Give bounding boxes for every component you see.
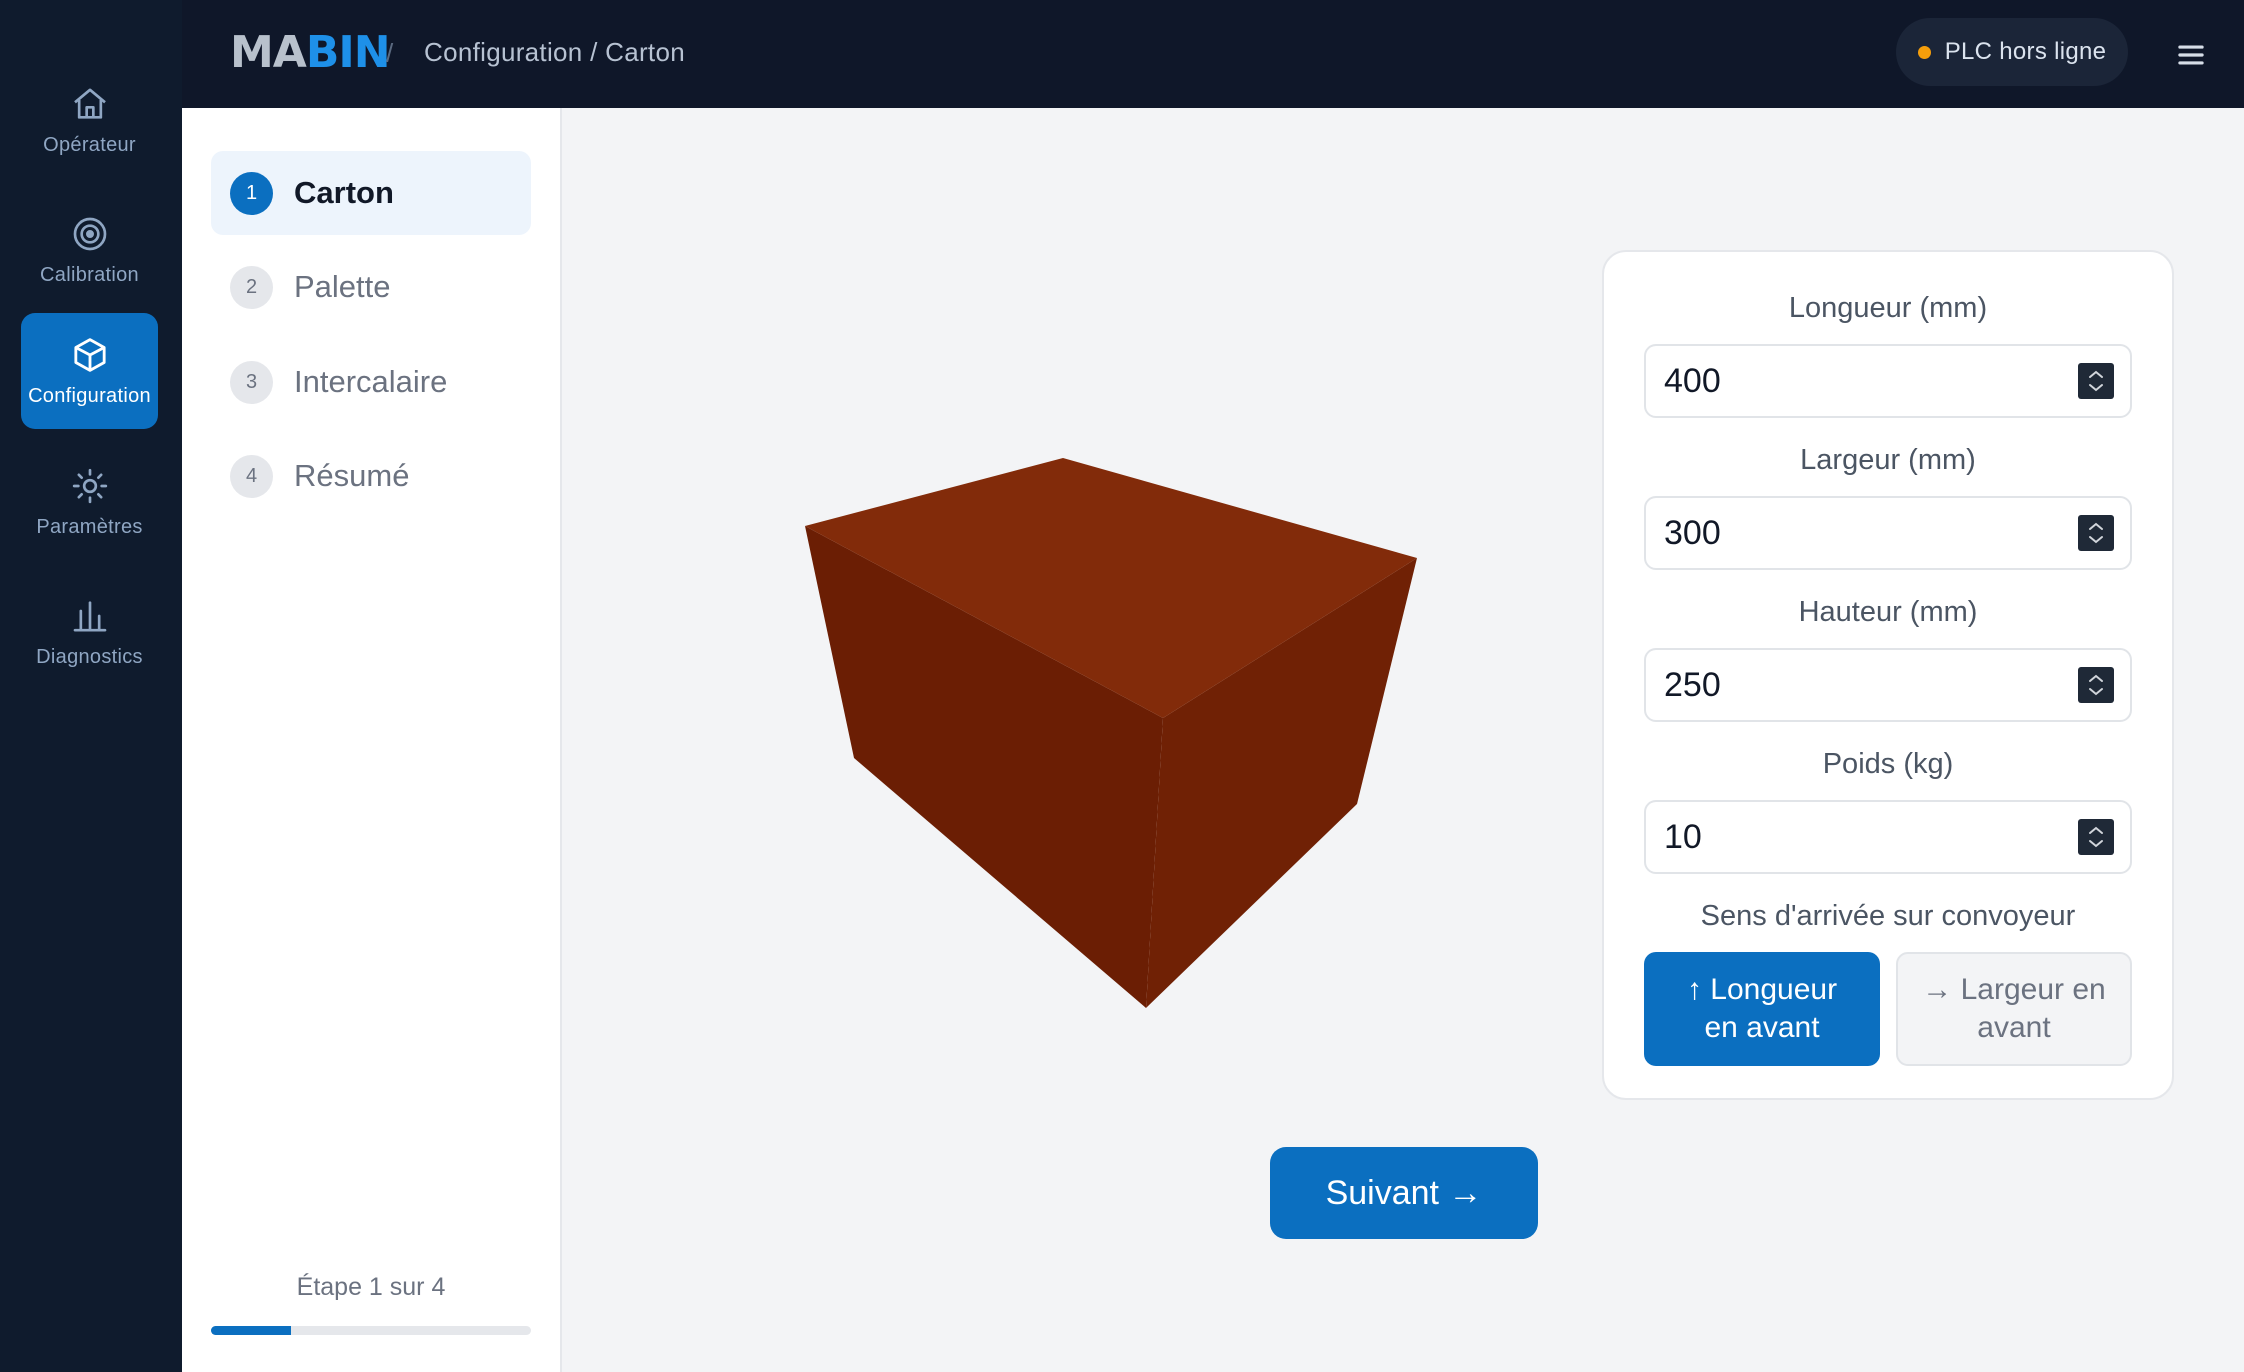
target-icon xyxy=(73,217,106,250)
step-intercalaire[interactable]: 3 Intercalaire xyxy=(211,340,531,424)
nav-label: Diagnostics xyxy=(36,645,143,668)
height-stepper-icon[interactable] xyxy=(2078,667,2114,703)
app-logo[interactable]: MA BIN xyxy=(230,27,391,78)
length-forward-line2: en avant xyxy=(1704,1011,1820,1044)
step-number: 1 xyxy=(230,171,273,215)
length-label: Longueur (mm) xyxy=(1788,292,1988,324)
width-label: Largeur (mm) xyxy=(1800,444,1976,476)
step-number: 3 xyxy=(230,360,273,404)
width-forward-button[interactable]: → Largeur en avant xyxy=(1896,952,2132,1066)
breadcrumb-separator: / xyxy=(386,38,394,68)
weight-stepper-icon[interactable] xyxy=(2078,819,2114,855)
weight-input[interactable]: 10 xyxy=(1644,800,2132,874)
step-progress-fill xyxy=(211,1326,291,1335)
bar-chart-icon xyxy=(73,600,106,631)
wizard-steps-panel: 1 Carton 2 Palette 3 Intercalaire 4 Résu… xyxy=(182,108,562,1372)
step-counter: Étape 1 sur 4 xyxy=(296,1273,446,1301)
width-stepper-icon[interactable] xyxy=(2078,515,2114,551)
logo-part-2: BIN xyxy=(305,26,391,78)
height-value: 250 xyxy=(1664,665,1721,704)
step-label: Intercalaire xyxy=(294,364,448,399)
nav-label: Calibration xyxy=(40,263,139,286)
breadcrumb: Configuration / Carton xyxy=(424,37,685,67)
next-button-label: Suivant → xyxy=(1325,1173,1483,1212)
step-label: Palette xyxy=(294,269,391,304)
length-stepper-icon[interactable] xyxy=(2078,363,2114,399)
width-input[interactable]: 300 xyxy=(1644,496,2132,570)
nav-label: Paramètres xyxy=(36,515,143,538)
length-input[interactable]: 400 xyxy=(1644,344,2132,418)
side-rail: Opérateur Calibration Configuration Para… xyxy=(0,0,182,1372)
home-icon xyxy=(73,88,106,119)
nav-item-parametres[interactable]: Paramètres xyxy=(21,444,158,560)
status-dot-icon xyxy=(1917,45,1931,59)
length-forward-line1: ↑ Longueur xyxy=(1686,973,1838,1006)
cube-icon xyxy=(73,337,106,372)
nav-item-operateur[interactable]: Opérateur xyxy=(21,62,158,178)
top-bar: MA BIN / Configuration / Carton PLC hors … xyxy=(182,0,2244,108)
length-forward-button[interactable]: ↑ Longueur en avant xyxy=(1644,952,1880,1066)
step-number: 4 xyxy=(230,454,273,498)
next-button[interactable]: Suivant → xyxy=(1270,1147,1538,1239)
nav-item-calibration[interactable]: Calibration xyxy=(21,192,158,308)
nav-label: Configuration xyxy=(28,384,151,407)
width-forward-line2: avant xyxy=(1977,1011,2051,1044)
weight-label: Poids (kg) xyxy=(1822,748,1954,780)
step-label: Carton xyxy=(294,175,394,210)
step-label: Résumé xyxy=(294,458,410,493)
step-progress-bar xyxy=(211,1326,531,1335)
nav-item-configuration[interactable]: Configuration xyxy=(21,313,158,429)
logo-part-1: MA xyxy=(230,26,307,78)
weight-value: 10 xyxy=(1664,817,1702,856)
length-value: 400 xyxy=(1664,361,1721,400)
step-resume[interactable]: 4 Résumé xyxy=(211,434,531,518)
direction-label: Sens d'arrivée sur convoyeur xyxy=(1700,900,2076,932)
width-value: 300 xyxy=(1664,513,1721,552)
plc-status-badge: PLC hors ligne xyxy=(1896,18,2128,86)
hamburger-menu-icon[interactable] xyxy=(2172,36,2210,74)
sun-gear-icon xyxy=(72,468,107,503)
step-palette[interactable]: 2 Palette xyxy=(211,245,531,329)
nav-label: Opérateur xyxy=(43,133,136,156)
width-forward-line1: → Largeur en xyxy=(1922,973,2106,1006)
height-label: Hauteur (mm) xyxy=(1798,596,1978,628)
plc-status-label: PLC hors ligne xyxy=(1944,38,2107,65)
height-input[interactable]: 250 xyxy=(1644,648,2132,722)
nav-item-diagnostics[interactable]: Diagnostics xyxy=(21,574,158,690)
step-number: 2 xyxy=(230,265,273,309)
carton-dimensions-card: Longueur (mm) 400 Largeur (mm) 300 Haute… xyxy=(1602,250,2174,1100)
step-carton[interactable]: 1 Carton xyxy=(211,151,531,235)
carton-3d-preview[interactable] xyxy=(760,430,1480,1030)
